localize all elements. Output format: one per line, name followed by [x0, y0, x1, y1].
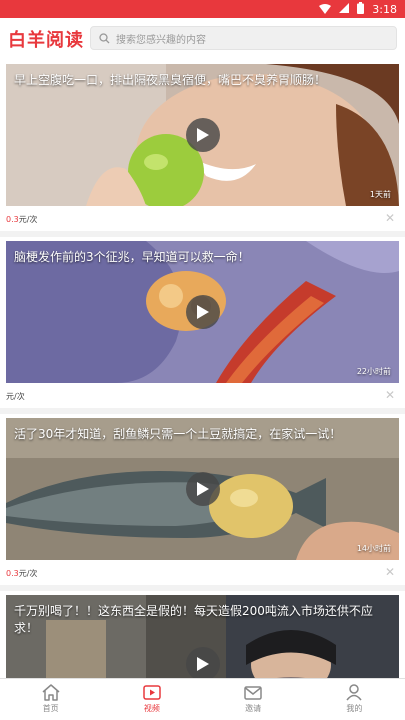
status-right: 3:18: [319, 1, 397, 17]
video-title: 脑梗发作前的3个征兆，早知道可以救一命！: [14, 250, 250, 264]
play-button[interactable]: [186, 118, 220, 152]
status-bar: 3:18: [0, 0, 405, 18]
video-thumbnail[interactable]: 脑梗发作前的3个征兆，早知道可以救一命！ 22小时前: [6, 241, 399, 383]
price-unit: 元/次: [6, 392, 25, 401]
app-logo: 白羊阅读: [8, 30, 84, 51]
header: 白羊阅读 搜索您感兴趣的内容: [0, 18, 405, 60]
video-time: 1天前: [369, 190, 391, 199]
video-thumbnail[interactable]: 千万别喝了！！这东西全是假的！每天造假200吨流入市场还供不应求！: [6, 595, 399, 678]
price-unit: 元/次: [18, 215, 38, 224]
signal-icon: [339, 2, 350, 16]
price-amount: 0.3: [6, 215, 19, 224]
video-title: 千万别喝了！！这东西全是假的！每天造假200吨流入市场还供不应求！: [14, 604, 373, 635]
video-card[interactable]: 脑梗发作前的3个征兆，早知道可以救一命！ 22小时前 元/次 ✕: [0, 237, 405, 408]
search-placeholder: 搜索您感兴趣的内容: [116, 34, 206, 46]
dismiss-icon[interactable]: ✕: [385, 211, 395, 225]
video-card[interactable]: 千万别喝了！！这东西全是假的！每天造假200吨流入市场还供不应求！: [0, 591, 405, 678]
dismiss-icon[interactable]: ✕: [385, 388, 395, 402]
play-icon: [197, 305, 209, 319]
card-footer: 元/次 ✕: [0, 383, 405, 408]
tab-home[interactable]: 首页: [0, 679, 101, 720]
wifi-icon: [319, 4, 332, 14]
invite-icon: [244, 686, 262, 700]
play-icon: [197, 128, 209, 142]
video-time: 14小时前: [356, 544, 391, 553]
tab-label: 我的: [346, 704, 363, 713]
video-card[interactable]: 活了30年才知道，刮鱼鳞只需一个土豆就搞定，在家试一试！ 14小时前 0.3元/…: [0, 414, 405, 585]
tab-label: 视频: [143, 704, 160, 713]
bottom-tab-bar: 首页 视频 邀请 我的: [0, 678, 405, 720]
price-label: 0.3元/次: [6, 568, 37, 579]
dismiss-icon[interactable]: ✕: [385, 565, 395, 579]
price-label: 0.3元/次: [6, 214, 37, 225]
tab-video[interactable]: 视频: [101, 679, 202, 720]
tab-invite[interactable]: 邀请: [203, 679, 304, 720]
play-button[interactable]: [186, 647, 220, 678]
play-button[interactable]: [186, 472, 220, 506]
search-icon: [99, 32, 110, 43]
home-icon: [42, 684, 60, 701]
price-unit: 元/次: [18, 569, 38, 578]
status-time: 3:18: [372, 2, 397, 16]
tab-label: 邀请: [245, 704, 262, 713]
video-title: 活了30年才知道，刮鱼鳞只需一个土豆就搞定，在家试一试！: [14, 427, 342, 441]
play-icon: [197, 657, 209, 671]
video-card[interactable]: 早上空腹吃一口，排出隔夜黑臭宿便，嘴巴不臭养胃顺肠！ 1天前 0.3元/次 ✕: [0, 60, 405, 231]
video-time: 22小时前: [356, 367, 391, 376]
price-label: 元/次: [6, 391, 25, 402]
tab-profile[interactable]: 我的: [304, 679, 405, 720]
play-icon: [197, 482, 209, 496]
profile-icon: [346, 684, 362, 701]
video-feed[interactable]: 早上空腹吃一口，排出隔夜黑臭宿便，嘴巴不臭养胃顺肠！ 1天前 0.3元/次 ✕: [0, 60, 405, 678]
video-title: 早上空腹吃一口，排出隔夜黑臭宿便，嘴巴不臭养胃顺肠！: [14, 73, 327, 87]
battery-icon: [357, 1, 365, 17]
play-button[interactable]: [186, 295, 220, 329]
search-input[interactable]: 搜索您感兴趣的内容: [90, 26, 397, 50]
card-footer: 0.3元/次 ✕: [0, 560, 405, 585]
card-footer: 0.3元/次 ✕: [0, 206, 405, 231]
price-amount: 0.3: [6, 569, 19, 578]
tab-label: 首页: [42, 704, 59, 713]
video-icon: [143, 685, 161, 700]
video-thumbnail[interactable]: 活了30年才知道，刮鱼鳞只需一个土豆就搞定，在家试一试！ 14小时前: [6, 418, 399, 560]
video-thumbnail[interactable]: 早上空腹吃一口，排出隔夜黑臭宿便，嘴巴不臭养胃顺肠！ 1天前: [6, 64, 399, 206]
